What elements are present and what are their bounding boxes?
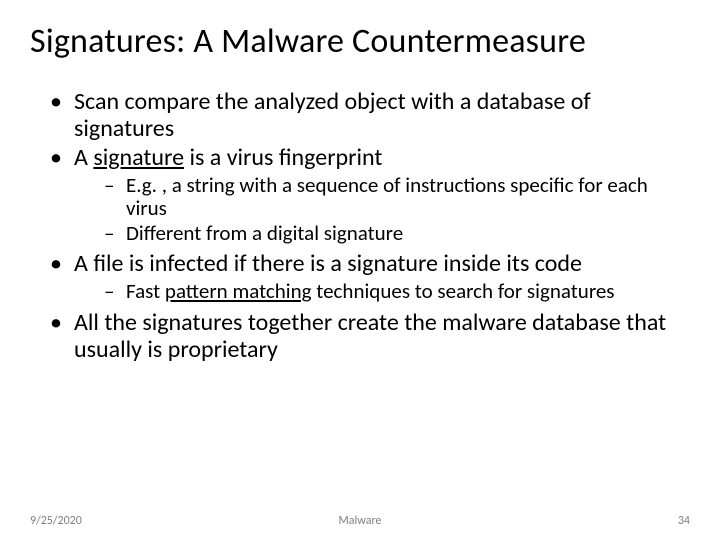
underlined-term: pattern matching <box>165 278 312 304</box>
bullet-item: Scan compare the analyzed object with a … <box>50 89 690 143</box>
sub-bullet-item: Fast pattern matching techniques to sear… <box>104 280 690 304</box>
underlined-term: signature <box>93 143 184 172</box>
footer-date: 9/25/2020 <box>30 514 82 528</box>
footer-page-number: 34 <box>678 514 690 528</box>
text: techniques to search for signatures <box>312 278 615 304</box>
text: A <box>74 143 93 172</box>
slide-title: Signatures: A Malware Countermeasure <box>30 22 690 61</box>
bullet-item: All the signatures together create the m… <box>50 310 690 364</box>
bullet-list: Scan compare the analyzed object with a … <box>50 89 690 363</box>
sub-bullet-list: E.g. , a string with a sequence of instr… <box>104 174 690 246</box>
bullet-item: A signature is a virus fingerprint E.g. … <box>50 145 690 245</box>
text: Fast <box>126 278 165 304</box>
text: is a virus fingerprint <box>184 143 382 172</box>
sub-bullet-list: Fast pattern matching techniques to sear… <box>104 280 690 304</box>
sub-bullet-item: E.g. , a string with a sequence of instr… <box>104 174 690 221</box>
slide-footer: 9/25/2020 Malware 34 <box>30 514 690 528</box>
slide: Signatures: A Malware Countermeasure Sca… <box>0 0 720 540</box>
footer-topic: Malware <box>339 514 382 528</box>
sub-bullet-item: Different from a digital signature <box>104 222 690 246</box>
text: A file is infected if there is a signatu… <box>74 249 582 278</box>
bullet-item: A file is infected if there is a signatu… <box>50 251 690 303</box>
